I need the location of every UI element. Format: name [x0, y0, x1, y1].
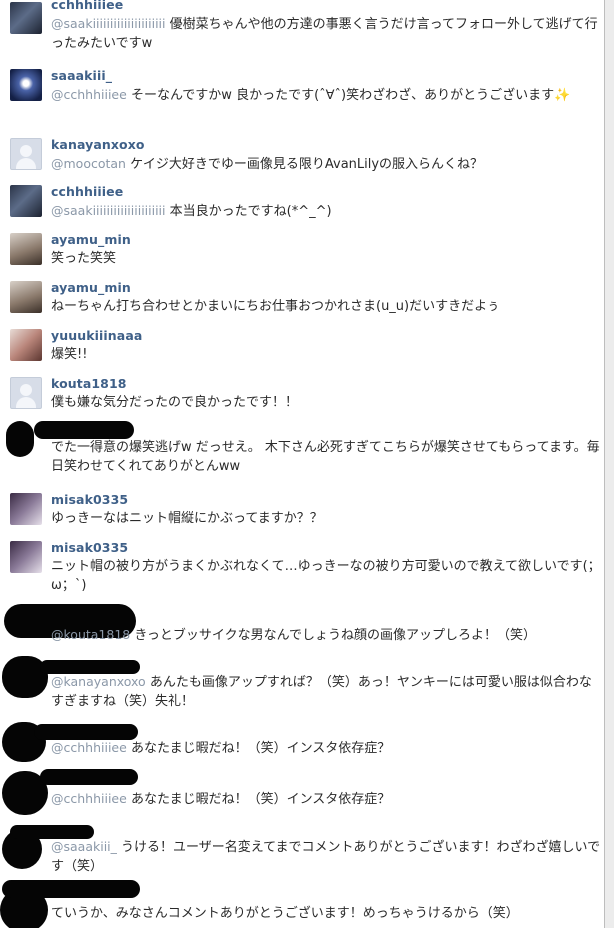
comment-text: @saakiiiiiiiiiiiiiiiiiiiii 本当良かったですね(*^_…	[51, 201, 601, 221]
redacted-username	[2, 880, 140, 898]
comment-text: @kanayanxoxo あんたも画像アップすれば？（笑）あっ！ヤンキーには可愛…	[51, 672, 601, 711]
default-avatar-icon[interactable]	[10, 377, 42, 409]
comment-text: ゆっきーなはニット帽縦にかぶってますか？？	[51, 509, 601, 528]
user-avatar[interactable]	[10, 2, 42, 34]
comment-username[interactable]: yuuukiiinaaa	[51, 328, 142, 343]
scrollbar-track[interactable]	[604, 0, 614, 928]
comment-text: @kouta1818 きっとブッサイクな男なんでしょうね顔の画像アップしろよ！（…	[51, 625, 601, 645]
comment-username[interactable]: saaakiii_	[51, 68, 112, 83]
mention-link[interactable]: @saakiiiiiiiiiiiiiiiiiiiii	[51, 203, 166, 218]
comment-body: ゆっきーなはニット帽縦にかぶってますか？？	[51, 511, 323, 526]
user-avatar[interactable]	[10, 493, 42, 525]
mention-link[interactable]: @cchhhiiiee	[51, 87, 127, 102]
mention-link[interactable]: @moocotan	[51, 156, 126, 171]
mention-link[interactable]: @cchhhiiiee	[51, 740, 127, 755]
comment-username[interactable]: kouta1818	[51, 376, 127, 391]
comment-body: うける！ユーザー名変えてまでコメントありがとうございます！わざわざ嬉しいです（笑…	[51, 840, 601, 874]
comment-text: 笑った笑笑	[51, 249, 601, 268]
user-avatar[interactable]	[10, 329, 42, 361]
comment-text: ねーちゃん打ち合わせとかまいにちお仕事おつかれさま(u_u)だいすきだよぅ	[51, 297, 601, 316]
comment-username[interactable]: misak0335	[51, 492, 128, 507]
comment-text: @cchhhiiiee そーなんですかw 良かったです(ˆ∀ˆ)笑わざわざ、あり…	[51, 85, 601, 105]
comment-username[interactable]: cchhhiiiee	[51, 0, 123, 12]
comment-username[interactable]: ayamu_min	[51, 280, 131, 295]
comment-body: ていうか、みなさんコメントありがとうございます！めっちゃうけるから（笑）	[51, 906, 519, 921]
comment-body: ねーちゃん打ち合わせとかまいにちお仕事おつかれさま(u_u)だいすきだよぅ	[51, 299, 500, 314]
redacted-avatar	[6, 421, 34, 457]
comment-body: でた一得意の爆笑逃げw だっせえ。 木下さん必死すぎてこちらが爆笑させてもらって…	[51, 440, 600, 474]
redacted-username	[40, 769, 138, 785]
comment-body: 僕も嫌な気分だったので良かったです！！	[51, 395, 299, 410]
comment-text: 爆笑!!	[51, 345, 601, 364]
comment-body: あなたまじ暇だね！（笑）インスタ依存症？	[130, 741, 391, 756]
mention-link[interactable]: @kouta1818	[51, 627, 130, 642]
user-avatar[interactable]	[10, 233, 42, 265]
comment-text: @moocotan ケイジ大好きでゆー画像見る限りAvanLilyの服入らんくね…	[51, 154, 601, 174]
default-avatar-icon[interactable]	[10, 138, 42, 170]
comment-text: でた一得意の爆笑逃げw だっせえ。 木下さん必死すぎてこちらが爆笑させてもらって…	[51, 438, 601, 476]
mention-link[interactable]: @cchhhiiiee	[51, 791, 127, 806]
comment-username[interactable]: kanayanxoxo	[51, 137, 145, 152]
mention-link[interactable]: @saaakiii_	[51, 839, 117, 854]
mention-link[interactable]: @kanayanxoxo	[51, 674, 146, 689]
comment-body: 本当良かったですね(*^_^)	[169, 204, 332, 219]
user-avatar[interactable]	[10, 541, 42, 573]
comment-text: @saaakiii_ うける！ユーザー名変えてまでコメントありがとうございます！…	[51, 837, 601, 876]
comment-body: 爆笑!!	[51, 347, 88, 362]
comment-text: ていうか、みなさんコメントありがとうございます！めっちゃうけるから（笑）	[51, 904, 601, 923]
user-avatar[interactable]	[10, 69, 42, 101]
comment-text: 僕も嫌な気分だったので良かったです！！	[51, 393, 601, 412]
comment-feed: cchhhiiiee @saakiiiiiiiiiiiiiiiiiiiii 優樹…	[0, 0, 604, 928]
comment-body: ケイジ大好きでゆー画像見る限りAvanLilyの服入らんくね？	[130, 157, 484, 172]
comment-username[interactable]: misak0335	[51, 540, 128, 555]
mention-link[interactable]: @saakiiiiiiiiiiiiiiiiiiiii	[51, 16, 166, 31]
comment-text: @saakiiiiiiiiiiiiiiiiiiiii 優樹菜ちゃんや他の方達の事…	[51, 14, 601, 53]
comment-body: 笑った笑笑	[51, 251, 117, 266]
user-avatar[interactable]	[10, 185, 42, 217]
comment-text: @cchhhiiiee あなたまじ暇だね！（笑）インスタ依存症？	[51, 738, 601, 758]
comment-username[interactable]: cchhhiiiee	[51, 184, 123, 199]
comment-body: ニット帽の被り方がうまくかぶれなくて…ゆっきーなの被り方可愛いので教えて欲しいで…	[51, 559, 601, 593]
user-avatar[interactable]	[10, 281, 42, 313]
comment-text: @cchhhiiiee あなたまじ暇だね！（笑）インスタ依存症？	[51, 789, 601, 809]
comment-username[interactable]: ayamu_min	[51, 232, 131, 247]
comment-body: あなたまじ暇だね！（笑）インスタ依存症？	[130, 792, 391, 807]
redacted-username	[34, 421, 134, 439]
comment-body: そーなんですかw 良かったです(ˆ∀ˆ)笑わざわざ、ありがとうございます✨	[130, 88, 571, 103]
comment-text: ニット帽の被り方がうまくかぶれなくて…ゆっきーなの被り方可愛いので教えて欲しいで…	[51, 557, 601, 595]
comment-body: きっとブッサイクな男なんでしょうね顔の画像アップしろよ！（笑）	[134, 628, 536, 643]
